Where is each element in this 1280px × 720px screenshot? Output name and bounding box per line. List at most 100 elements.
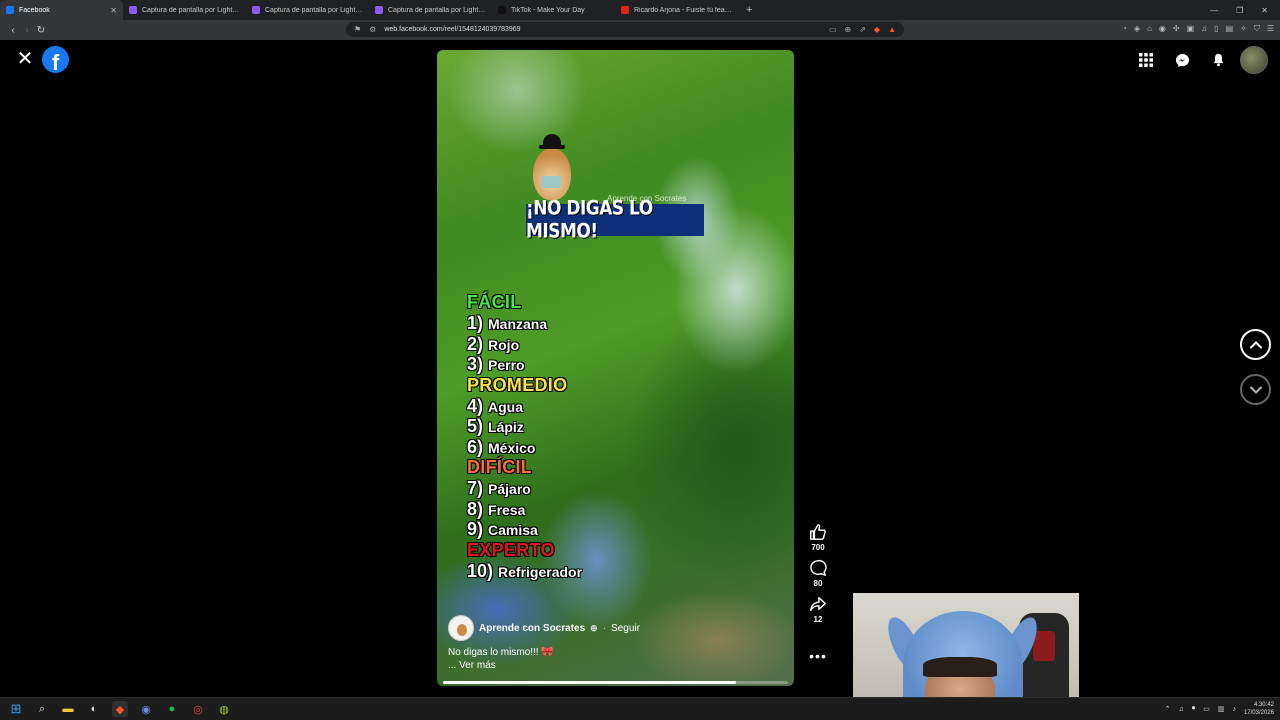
browser-tab[interactable]: Captura de pantalla por Lightshot xyxy=(369,0,492,20)
more-options-icon[interactable]: ••• xyxy=(809,648,827,664)
bookmark-icon[interactable]: ⚑ xyxy=(354,25,361,34)
extension-icon[interactable]: ◉ xyxy=(1159,24,1166,34)
word-number: 10) xyxy=(467,560,494,581)
windows-start-icon[interactable]: ⊞ xyxy=(8,701,24,717)
extension-icon[interactable]: ◈ xyxy=(1134,24,1140,34)
comment-icon xyxy=(808,558,828,578)
minimize-button[interactable]: — xyxy=(1210,6,1218,15)
taskbar-clock[interactable]: 4:30:42 17/03/2026 xyxy=(1244,701,1274,717)
lightshot-favicon-icon xyxy=(129,6,137,14)
brave-rewards-icon[interactable]: ▲ xyxy=(888,25,896,34)
separator-dot: · xyxy=(602,622,607,634)
music-icon[interactable]: ♫ xyxy=(1201,24,1207,34)
browser-tab[interactable]: Facebook ✕ xyxy=(0,0,123,20)
word-number: 2) xyxy=(467,333,484,354)
browser-tab-strip: Facebook ✕ Captura de pantalla por Lightsh… xyxy=(0,0,1280,20)
translate-icon[interactable]: ⌂ xyxy=(1147,24,1152,34)
brave-browser-icon[interactable]: ◆ xyxy=(112,701,128,717)
word-text: México xyxy=(488,439,536,456)
close-tab-icon[interactable]: ✕ xyxy=(110,6,117,15)
window-controls: — ❐ ✕ xyxy=(1210,6,1280,15)
previous-reel-button[interactable] xyxy=(1240,329,1271,360)
close-reel-button[interactable]: ✕ xyxy=(14,48,36,70)
profile-avatar[interactable] xyxy=(1240,46,1268,74)
vpn-icon[interactable]: ⛉ xyxy=(1254,24,1260,34)
volume-icon[interactable]: ♪ xyxy=(1232,706,1236,713)
reel-actions: 700 80 12 ••• xyxy=(806,522,830,664)
facebook-logo-icon[interactable]: f xyxy=(42,46,69,73)
word-number: 4) xyxy=(467,395,484,416)
share-button[interactable]: 12 xyxy=(808,594,828,624)
app-icon[interactable]: ◎ xyxy=(190,701,206,717)
thumbs-up-icon xyxy=(808,522,828,542)
word-list: FÁCIL 1) Manzana 2) Rojo 3) Perro PROMEDIO 4) Agu… xyxy=(467,292,582,581)
site-info-icon[interactable]: ⚙ xyxy=(369,25,376,34)
word-text: Camisa xyxy=(488,522,538,538)
browser-tab[interactable]: Ricardo Arjona - Fuiste tú feat. Gaby xyxy=(615,0,738,20)
word-text: Lápiz xyxy=(488,419,524,435)
clock-date: 17/03/2026 xyxy=(1243,710,1274,716)
puzzle-icon[interactable]: ✣ xyxy=(1173,24,1180,34)
browser-tab[interactable]: TikTok - Make Your Day xyxy=(492,0,615,20)
like-count: 700 xyxy=(811,543,825,552)
cast-icon[interactable]: ▭ xyxy=(829,25,837,34)
windows-taskbar: ⊞ ⌕ ▬ ◐ ◆ ◉ ● ◎ ◍ ⌃ ♫ ⏺ ▭ ▥ ♪ 4:30:42 17… xyxy=(0,697,1280,720)
word-number: 3) xyxy=(467,354,484,374)
search-icon[interactable]: ⌕ xyxy=(34,701,50,717)
word-item: 2) Rojo xyxy=(467,334,582,355)
comment-count: 80 xyxy=(813,579,823,588)
tab-title: Facebook xyxy=(19,6,50,14)
discord-icon[interactable]: ◉ xyxy=(138,701,154,717)
forward-button[interactable]: › xyxy=(20,25,34,36)
chevron-up-icon xyxy=(1249,340,1262,348)
video-progress-fill xyxy=(443,681,737,684)
reel-video[interactable]: Aprende con Socrates ¡NO DIGAS LO MISMO!… xyxy=(437,50,794,686)
messenger-icon[interactable] xyxy=(1168,46,1196,74)
new-tab-button[interactable]: + xyxy=(738,4,760,16)
app-icon[interactable]: ◐ xyxy=(86,701,102,717)
menu-icon[interactable]: ☰ xyxy=(1267,24,1274,34)
sidebar-icon[interactable]: ▯ xyxy=(1214,24,1218,34)
reload-button[interactable]: ↻ xyxy=(34,25,48,36)
share-icon[interactable]: ⇗ xyxy=(859,25,866,34)
extension-icon[interactable]: ◔ xyxy=(1122,24,1127,34)
browser-tab[interactable]: Captura de pantalla por Lightshot xyxy=(123,0,246,20)
word-item: 7) Pájaro xyxy=(467,478,582,499)
wallet-icon[interactable]: ▤ xyxy=(1226,24,1234,34)
comment-button[interactable]: 80 xyxy=(808,558,828,588)
word-text: Rojo xyxy=(488,336,520,353)
file-explorer-icon[interactable]: ▬ xyxy=(60,701,76,717)
notifications-bell-icon[interactable] xyxy=(1204,46,1232,74)
browser-tab[interactable]: Captura de pantalla por Lightshot xyxy=(246,0,369,20)
menu-grid-icon[interactable] xyxy=(1132,46,1160,74)
network-icon[interactable]: ▥ xyxy=(1218,705,1225,713)
follow-button[interactable]: Seguir xyxy=(611,623,640,634)
zoom-icon[interactable]: ⊕ xyxy=(845,25,852,34)
back-button[interactable]: ‹ xyxy=(6,25,20,36)
author-name[interactable]: Aprende con Socrates xyxy=(479,623,585,634)
clock-time: 4:30:42 xyxy=(1253,702,1274,708)
level-heading: PROMEDIO xyxy=(467,374,568,395)
maximize-button[interactable]: ❐ xyxy=(1236,6,1243,15)
microphone-icon[interactable]: ⏺ xyxy=(1192,705,1196,713)
system-tray: ⌃ ♫ ⏺ ▭ ▥ ♪ 4:30:42 17/03/2026 xyxy=(1165,701,1280,717)
extension-icon[interactable]: ▣ xyxy=(1187,24,1195,34)
address-bar[interactable]: ⚑ ⚙ web.facebook.com/reel/15481240397839… xyxy=(346,22,904,37)
chevron-up-icon[interactable]: ⌃ xyxy=(1165,705,1171,713)
brave-shields-icon[interactable]: ◆ xyxy=(874,25,880,34)
word-number: 6) xyxy=(467,436,484,457)
video-progress-bar[interactable] xyxy=(443,681,788,684)
word-item: 8) Fresa xyxy=(467,499,582,520)
extension-icon[interactable]: ✧ xyxy=(1240,24,1247,34)
url-text[interactable]: web.facebook.com/reel/1548124039783969 xyxy=(384,26,821,33)
headset-icon[interactable]: ♫ xyxy=(1178,706,1183,713)
top-right-nav xyxy=(1132,46,1268,74)
next-reel-button[interactable] xyxy=(1240,374,1271,405)
spotify-icon[interactable]: ● xyxy=(164,701,180,717)
see-more-link[interactable]: ... Ver más xyxy=(448,660,496,671)
like-button[interactable]: 700 xyxy=(808,522,828,552)
author-avatar[interactable] xyxy=(448,615,474,641)
keyboard-icon[interactable]: ▭ xyxy=(1203,705,1210,713)
app-icon[interactable]: ◍ xyxy=(216,701,232,717)
close-window-button[interactable]: ✕ xyxy=(1261,6,1268,15)
